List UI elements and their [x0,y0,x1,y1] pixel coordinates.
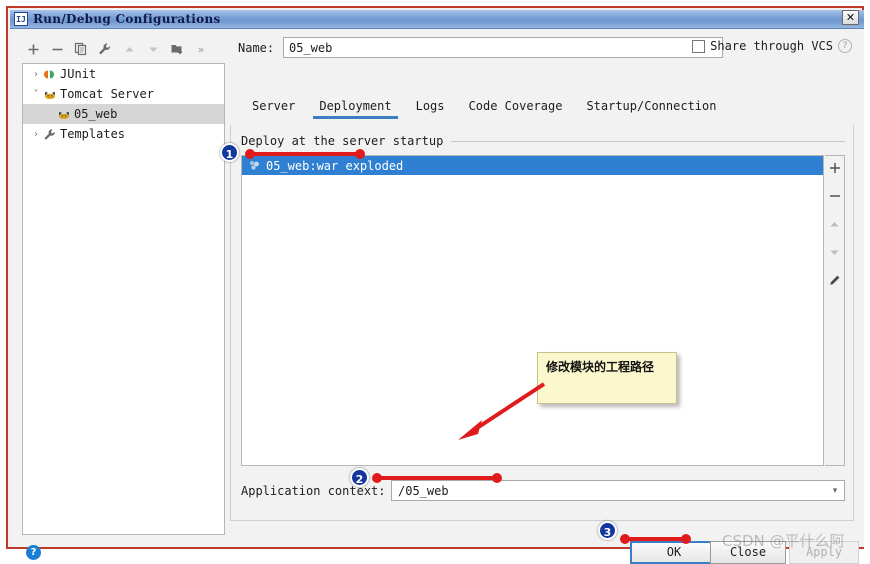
tree-item-05-web[interactable]: › 05_web [23,104,224,124]
chevron-down-icon[interactable]: ▾ [826,486,844,496]
application-context-value: /05_web [392,484,826,498]
tree-item-label: JUnit [60,67,96,81]
title-bar: IJ Run/Debug Configurations [10,10,864,29]
tab-deployment[interactable]: Deployment [307,97,403,119]
artifact-list-toolbar [825,155,845,466]
deployment-tab-panel: Deploy at the server startup 05_web:war … [230,125,854,521]
tomcat-icon [57,108,74,121]
twisty-collapsed-icon[interactable]: › [29,69,43,80]
tree-item-tomcat-server[interactable]: ˅ Tomcat Server [23,84,224,104]
tab-startup-connection[interactable]: Startup/Connection [574,97,728,119]
tree-item-junit[interactable]: › JUnit [23,64,224,84]
application-context-combobox[interactable]: /05_web ▾ [391,480,845,501]
tree-item-label: Tomcat Server [60,87,154,101]
name-row: Name: Share through VCS ? [238,37,852,61]
chevron-double-right-icon[interactable]: » [190,38,212,60]
triangle-down-icon [827,244,843,260]
remove-artifact-button[interactable] [827,188,843,204]
application-context-label: Application context: [241,484,386,498]
add-artifact-button[interactable] [827,160,843,176]
intellij-idea-icon: IJ [14,12,28,26]
tree-item-label: 05_web [74,107,117,121]
run-debug-configurations-dialog: IJ Run/Debug Configurations ✕ [6,6,864,549]
pencil-icon[interactable] [827,272,843,288]
application-context-row: Application context: /05_web ▾ [241,480,845,502]
deployment-artifact-label: 05_web:war exploded [266,159,403,173]
configurations-toolbar: » [22,37,227,61]
deployment-artifact-row[interactable]: 05_web:war exploded [242,156,823,175]
tab-logs[interactable]: Logs [404,97,457,119]
tree-item-label: Templates [60,127,125,141]
name-input[interactable] [283,37,723,58]
deploy-section-label: Deploy at the server startup [241,134,443,148]
configuration-tabs: Server Deployment Logs Code Coverage Sta… [240,97,850,122]
twisty-expanded-icon[interactable]: ˅ [29,89,43,100]
name-label: Name: [238,41,274,55]
folder-add-icon[interactable] [166,38,188,60]
share-through-vcs-label: Share through VCS [710,39,833,53]
arrow-down-icon [142,38,164,60]
deploy-section-header: Deploy at the server startup [241,134,845,148]
copy-configuration-button[interactable] [70,38,92,60]
question-mark-icon[interactable]: ? [838,39,852,53]
tab-code-coverage[interactable]: Code Coverage [457,97,575,119]
tree-item-templates[interactable]: › Templates [23,124,224,144]
section-divider [451,141,845,142]
triangle-up-icon [827,216,843,232]
share-through-vcs-control[interactable]: Share through VCS ? [692,39,852,53]
tomcat-icon [43,88,60,101]
twisty-none: › [29,109,43,120]
configurations-tree[interactable]: › JUnit ˅ [22,63,225,535]
wrench-icon[interactable] [94,38,116,60]
help-button[interactable]: ? [26,545,41,560]
deployment-artifacts-list[interactable]: 05_web:war exploded [241,155,824,466]
twisty-collapsed-icon[interactable]: › [29,129,43,140]
junit-icon [43,68,60,81]
dialog-body: » › JUnit ˅ [10,29,864,547]
arrow-up-icon [118,38,140,60]
artifact-icon [248,159,266,172]
close-icon[interactable]: ✕ [842,10,859,25]
share-through-vcs-checkbox[interactable] [692,40,705,53]
tab-server[interactable]: Server [240,97,307,119]
add-configuration-button[interactable] [22,38,44,60]
wrench-icon [43,128,60,141]
remove-configuration-button[interactable] [46,38,68,60]
window-title: Run/Debug Configurations [33,12,221,26]
